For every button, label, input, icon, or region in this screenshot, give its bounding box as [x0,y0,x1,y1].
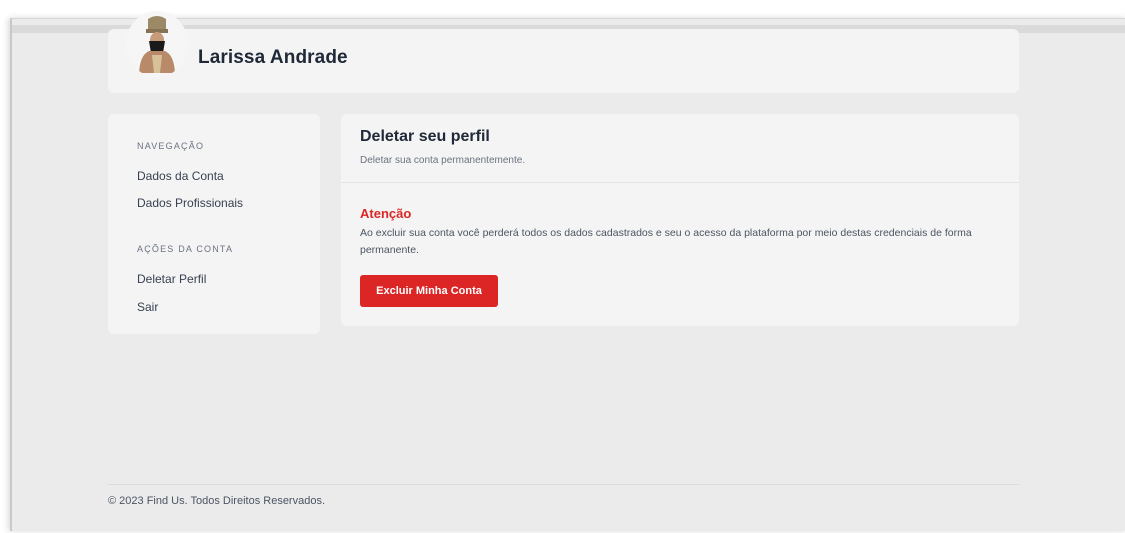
delete-account-button[interactable]: Excluir Minha Conta [360,275,498,307]
card-divider [341,182,1019,183]
footer-divider [108,484,1019,485]
page-title: Deletar seu perfil [360,128,490,145]
user-name: Larissa Andrade [198,47,348,68]
page-subtitle: Deletar sua conta permanentemente. [360,155,526,166]
warning-title: Atenção [360,206,412,221]
sidebar-section-account-actions: AÇÕES DA CONTA [137,244,234,254]
avatar [126,11,188,77]
sidebar-item-dados-da-conta[interactable]: Dados da Conta [137,169,224,183]
sidebar-section-navigation: NAVEGAÇÃO [137,141,205,151]
warning-text: Ao excluir sua conta você perderá todos … [360,227,972,256]
sidebar-item-sair[interactable]: Sair [137,300,158,314]
sidebar-item-dados-profissionais[interactable]: Dados Profissionais [137,196,243,210]
footer-copyright: © 2023 Find Us. Todos Direitos Reservado… [108,495,326,507]
sidebar-item-deletar-perfil[interactable]: Deletar Perfil [137,272,206,286]
user-avatar-icon [126,11,188,77]
